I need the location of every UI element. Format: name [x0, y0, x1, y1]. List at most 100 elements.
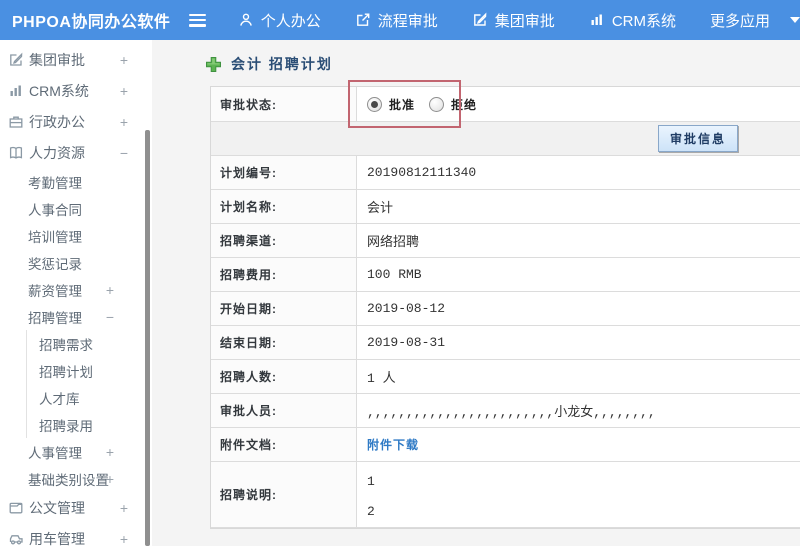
approval-info-button[interactable]: 审批信息 [657, 125, 738, 152]
top-navigation: 个人办公 流程审批 集团审批 CRM系统 更多应用 [238, 10, 800, 31]
button-row: 审批信息 [211, 122, 800, 156]
expand-icon[interactable]: + [120, 114, 128, 130]
field-label: 招聘说明: [211, 462, 357, 527]
radio-reject-icon[interactable] [429, 96, 445, 112]
table-row-attachment: 附件文档: 附件下载 [211, 428, 800, 462]
main-content: 会计 招聘计划 审批状态: 批准 拒绝 审批信息 计划编号: 201908121… [152, 40, 800, 546]
nav-crm-system[interactable]: CRM系统 [589, 10, 676, 31]
sidebar-item-recruit-hire[interactable]: 招聘录用 [26, 411, 152, 438]
radio-approve-label: 批准 [389, 97, 416, 112]
nav-group-approval[interactable]: 集团审批 [472, 10, 555, 31]
radio-approve-icon[interactable] [367, 96, 382, 112]
table-row-plan-number: 计划编号: 20190812111340 [211, 156, 800, 190]
sidebar-item-label: 招聘计划 [39, 364, 93, 380]
page-title-text: 会计 招聘计划 [231, 56, 333, 72]
sidebar-item-label: 公文管理 [29, 499, 85, 516]
radio-reject[interactable]: 拒绝 [429, 96, 477, 113]
sidebar-item-talent-pool[interactable]: 人才库 [26, 384, 152, 411]
field-label: 招聘费用: [211, 258, 357, 291]
plus-icon [205, 56, 222, 73]
table-row-plan-name: 计划名称: 会计 [211, 190, 800, 224]
bar-chart-icon [589, 12, 605, 28]
sidebar-item-label: 基础类别设置 [28, 472, 109, 488]
sidebar-item-vehicle-mgmt[interactable]: 用车管理 + [0, 523, 152, 546]
field-label: 附件文档: [211, 428, 357, 461]
sidebar-item-label: 招聘需求 [39, 337, 93, 353]
expand-icon[interactable]: + [120, 531, 128, 546]
expand-icon[interactable]: + [106, 471, 114, 487]
sidebar-item-label: 人力资源 [29, 144, 85, 161]
sidebar-item-hr-contract[interactable]: 人事合同 [0, 195, 152, 222]
status-label: 审批状态: [211, 87, 357, 121]
sidebar-item-recruit-plan[interactable]: 招聘计划 [26, 357, 152, 384]
edit-square-icon [8, 52, 24, 68]
nav-workflow-approval[interactable]: 流程审批 [355, 10, 438, 31]
collapse-icon[interactable]: − [106, 309, 114, 325]
sidebar: 集团审批 + CRM系统 + 行政办公 + 人力资源 − 考勤管理 人事合同 培… [0, 40, 152, 546]
note-line: 2 [367, 504, 375, 519]
field-value: 会计 [367, 201, 394, 216]
sidebar-item-salary[interactable]: 薪资管理 + [0, 276, 152, 303]
caret-down-icon[interactable] [790, 17, 800, 23]
sidebar-item-base-category[interactable]: 基础类别设置 + [0, 465, 152, 492]
expand-icon[interactable]: + [106, 282, 114, 298]
menu-icon[interactable] [189, 13, 206, 27]
expand-icon[interactable]: + [120, 500, 128, 516]
sidebar-item-label: 薪资管理 [28, 283, 82, 299]
field-label: 结束日期: [211, 326, 357, 359]
sidebar-item-personnel-mgmt[interactable]: 人事管理 + [0, 438, 152, 465]
nav-personal-office[interactable]: 个人办公 [238, 10, 321, 31]
field-value: ,,,,,,,,,,,,,,,,,,,,,,,,小龙女,,,,,,,, [367, 405, 656, 420]
field-label: 招聘人数: [211, 360, 357, 393]
field-value: 1 2 [357, 462, 800, 527]
expand-icon[interactable]: + [106, 444, 114, 460]
radio-approve[interactable]: 批准 [367, 96, 415, 113]
sidebar-item-label: 人事管理 [28, 445, 82, 461]
table-row-status: 审批状态: 批准 拒绝 [211, 87, 800, 122]
sidebar-item-rewards[interactable]: 奖惩记录 [0, 249, 152, 276]
nav-label: 流程审批 [377, 12, 438, 30]
field-value: 网络招聘 [367, 235, 420, 250]
page-title: 会计 招聘计划 [152, 40, 800, 86]
nav-label: 集团审批 [494, 12, 555, 30]
sidebar-item-label: 人事合同 [28, 202, 82, 218]
edit-square-icon [472, 12, 488, 28]
sidebar-item-admin-office[interactable]: 行政办公 + [0, 106, 152, 137]
topbar: PHPOA协同办公软件 个人办公 流程审批 集团审批 CRM系统 更多应用 [0, 0, 800, 40]
expand-icon[interactable]: + [120, 83, 128, 99]
sidebar-item-label: 培训管理 [28, 229, 82, 245]
attachment-download-link[interactable]: 附件下载 [367, 436, 419, 453]
sidebar-item-label: 集团审批 [29, 51, 85, 68]
field-value: 2019-08-12 [367, 301, 446, 316]
sidebar-item-crm[interactable]: CRM系统 + [0, 75, 152, 106]
detail-form: 审批状态: 批准 拒绝 审批信息 计划编号: 20190812111340 计划… [210, 86, 800, 529]
expand-icon[interactable]: + [120, 52, 128, 68]
sidebar-item-attendance[interactable]: 考勤管理 [0, 168, 152, 195]
sidebar-item-document-mgmt[interactable]: 公文管理 + [0, 492, 152, 523]
sidebar-item-recruit-mgmt[interactable]: 招聘管理 − [0, 303, 152, 330]
document-icon [8, 500, 24, 516]
nav-label: 个人办公 [260, 12, 321, 30]
car-icon [8, 531, 24, 546]
sidebar-item-recruit-demand[interactable]: 招聘需求 [26, 330, 152, 357]
sidebar-item-hr[interactable]: 人力资源 − [0, 137, 152, 168]
nav-more-apps[interactable]: 更多应用 [710, 10, 770, 31]
sidebar-item-label: 招聘录用 [39, 418, 93, 434]
table-row-start-date: 开始日期: 2019-08-12 [211, 292, 800, 326]
field-value: 100 RMB [367, 267, 422, 282]
sidebar-item-training[interactable]: 培训管理 [0, 222, 152, 249]
bar-chart-icon [8, 83, 24, 99]
collapse-icon[interactable]: − [120, 145, 128, 161]
nav-label: CRM系统 [611, 12, 676, 30]
flow-icon [355, 12, 371, 28]
radio-reject-label: 拒绝 [451, 97, 478, 112]
sidebar-item-label: 奖惩记录 [28, 256, 82, 272]
table-row-recruit-cost: 招聘费用: 100 RMB [211, 258, 800, 292]
field-value: 20190812111340 [367, 165, 477, 180]
sidebar-scrollbar[interactable] [145, 130, 150, 546]
person-icon [238, 12, 254, 28]
book-icon [8, 145, 24, 161]
sidebar-item-label: 用车管理 [29, 530, 85, 546]
app-logo: PHPOA协同办公软件 [12, 14, 171, 31]
sidebar-item-group-approval[interactable]: 集团审批 + [0, 44, 152, 75]
